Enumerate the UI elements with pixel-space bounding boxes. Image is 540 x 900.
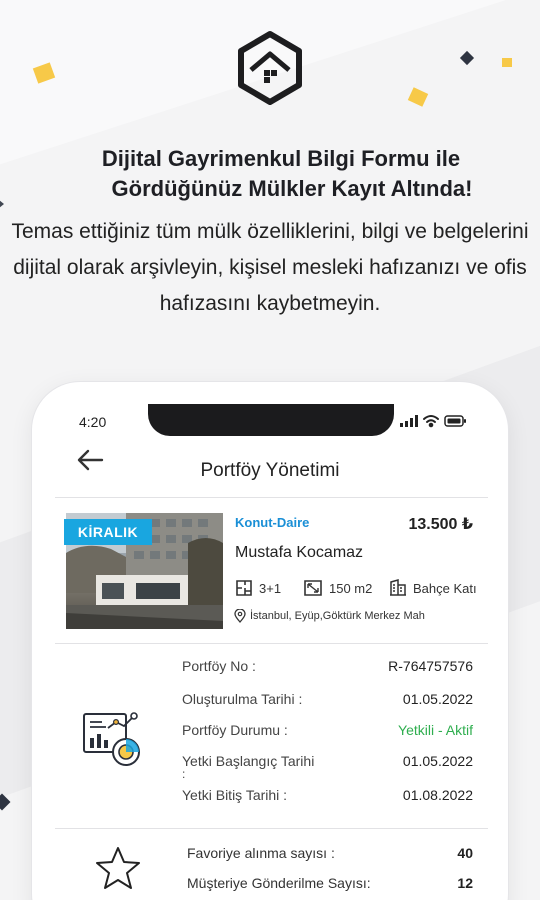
building-icon [390, 579, 406, 596]
floorplan-icon [236, 580, 252, 596]
divider [55, 828, 488, 829]
headline-line-2: Gördüğünüz Mülkler Kayıt Altında! [111, 176, 473, 201]
house-logo-icon [238, 31, 302, 105]
listing-location: İstanbul, Eyüp,Göktürk Merkez Mah [234, 609, 425, 623]
stat-row-favorites: Favoriye alınma sayısı : 40 [187, 845, 473, 861]
decor-shape [0, 793, 11, 811]
stat-label: Müşteriye Gönderilme Sayısı: [187, 875, 371, 891]
area-icon [304, 580, 322, 596]
analytics-report-icon [83, 712, 140, 766]
info-label: Portföy No : [182, 658, 256, 674]
info-label: Portföy Durumu : [182, 722, 288, 738]
star-icon [96, 847, 140, 889]
info-label: Oluşturulma Tarihi : [182, 691, 303, 707]
stat-value: 40 [457, 845, 473, 861]
decor-shape [502, 58, 512, 67]
decor-shape [459, 50, 475, 66]
feature-rooms: 3+1 [235, 578, 281, 598]
headline-line-1: Dijital Gayrimenkul Bilgi Formu ile [101, 146, 461, 171]
listing-price: 13.500 ₺ [408, 516, 473, 533]
divider [55, 497, 488, 498]
signal-icon [400, 415, 418, 427]
info-label: Yetki Başlangıç Tarihi [182, 753, 315, 769]
feature-area: 150 m2 [303, 578, 372, 598]
info-value: 01.05.2022 [402, 691, 473, 707]
status-value: Yetkili - Aktif [398, 722, 473, 738]
stat-label: Favoriye alınma sayısı : [187, 845, 335, 861]
rooms-value: 3+1 [259, 580, 282, 596]
status-time: 4:20 [79, 414, 107, 430]
info-value: 01.05.2022 [402, 753, 473, 769]
wifi-icon [423, 415, 439, 428]
divider [55, 643, 488, 644]
info-value: R-764757576 [388, 658, 473, 674]
listing-owner: Mustafa Kocamaz [235, 544, 364, 561]
phone-notch [148, 404, 394, 436]
info-label: Yetki Bitiş Tarihi : [182, 787, 288, 803]
decor-shape [407, 87, 429, 107]
stat-value: 12 [457, 875, 473, 891]
status-icons [400, 415, 466, 428]
location-pin-icon [234, 609, 246, 623]
feature-floor: Bahçe Katı [389, 578, 477, 598]
listing-status-badge: KİRALIK [64, 519, 152, 545]
floor-value: Bahçe Katı [413, 580, 477, 596]
location-text: İstanbul, Eyüp,Göktürk Merkez Mah [250, 610, 425, 622]
description-text: Temas ettiğiniz tüm mülk özelliklerini, … [11, 220, 529, 315]
battery-icon [444, 415, 466, 427]
info-value: 01.08.2022 [402, 787, 473, 803]
stat-row-sent-to-clients: Müşteriye Gönderilme Sayısı: 12 [187, 875, 473, 891]
info-label-cont: : [182, 767, 186, 781]
listing-type: Konut-Daire [235, 515, 310, 530]
area-value: 150 m2 [329, 580, 373, 596]
screen-title: Portföy Yönetimi [200, 460, 340, 481]
